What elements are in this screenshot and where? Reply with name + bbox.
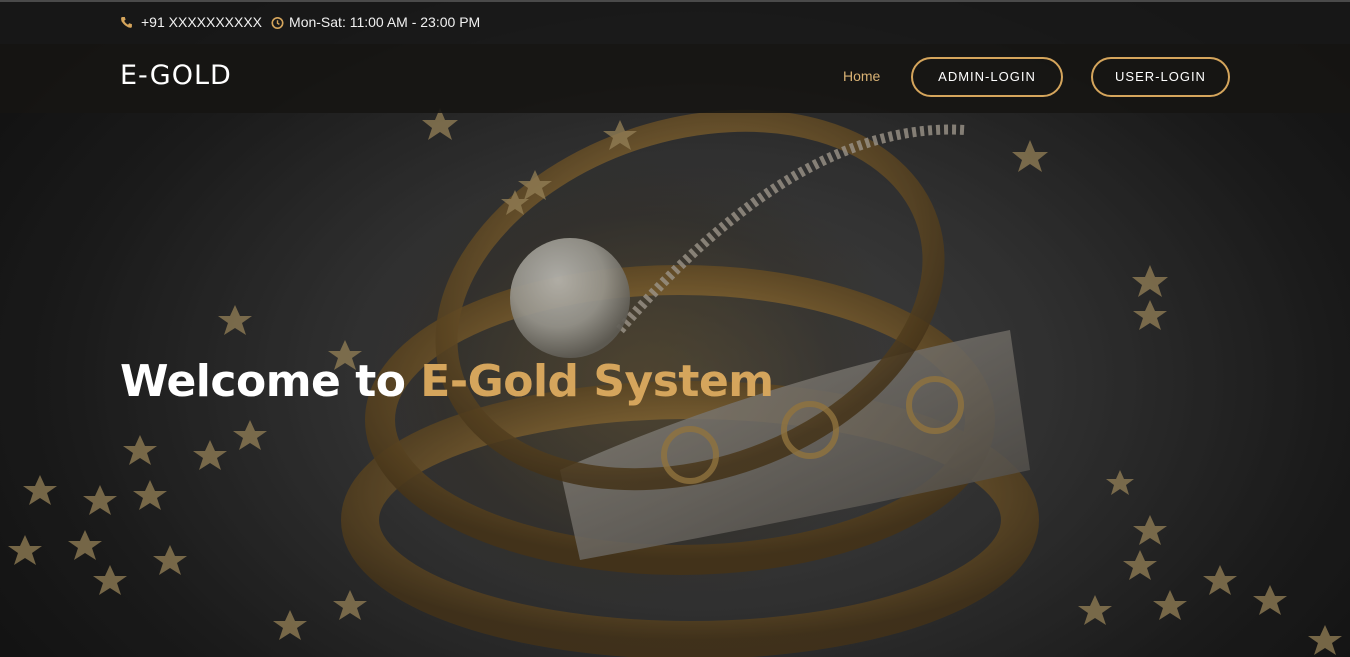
opening-hours: Mon-Sat: 11:00 AM - 23:00 PM <box>289 14 481 30</box>
main-navbar: E-GOLD Home ADMIN-LOGIN USER-LOGIN <box>0 44 1350 113</box>
site-logo[interactable]: E-GOLD <box>120 60 232 91</box>
welcome-heading: Welcome to E-Gold System <box>120 356 774 407</box>
admin-login-button[interactable]: ADMIN-LOGIN <box>911 57 1063 97</box>
welcome-highlight: E-Gold System <box>420 356 774 407</box>
nav-link-home[interactable]: Home <box>843 68 880 84</box>
welcome-prefix: Welcome to <box>120 356 421 407</box>
top-contact-bar: +91 XXXXXXXXXX Mon-Sat: 11:00 AM - 23:00… <box>0 0 1350 44</box>
phone-number: +91 XXXXXXXXXX <box>141 14 263 30</box>
clock-icon <box>271 16 284 29</box>
contact-info: +91 XXXXXXXXXX Mon-Sat: 11:00 AM - 23:00… <box>120 14 480 30</box>
phone-icon <box>120 16 133 29</box>
user-login-button[interactable]: USER-LOGIN <box>1091 57 1230 97</box>
